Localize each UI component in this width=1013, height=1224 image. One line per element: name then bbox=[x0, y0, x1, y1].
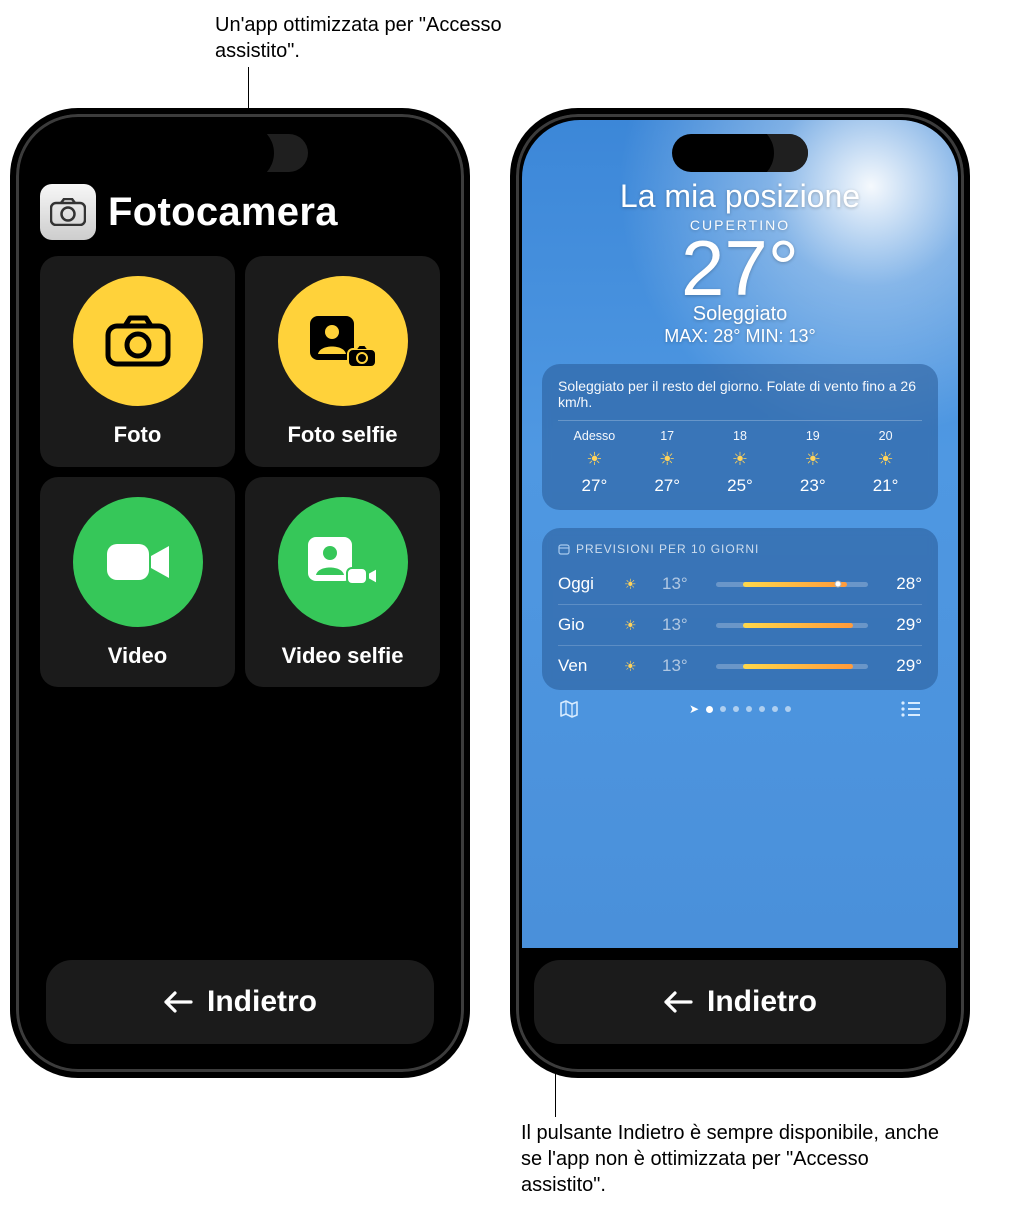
high-temp: 29° bbox=[878, 615, 922, 635]
low-temp: 13° bbox=[662, 615, 706, 635]
forecast-row[interactable]: Ven ☀︎ 13° 29° bbox=[558, 645, 922, 686]
weather-header: La mia posizione CUPERTINO 27° Soleggiat… bbox=[542, 180, 938, 346]
phone-left: Fotocamera Foto Foto selfie bbox=[10, 108, 470, 1078]
sun-icon: ☀︎ bbox=[704, 449, 777, 470]
arrow-left-icon bbox=[663, 991, 693, 1013]
camera-icon bbox=[73, 276, 203, 406]
selfie-photo-icon bbox=[278, 276, 408, 406]
tile-photo-selfie[interactable]: Foto selfie bbox=[245, 256, 440, 467]
selfie-video-icon bbox=[278, 497, 408, 627]
day-name: Gio bbox=[558, 615, 614, 635]
tile-label: Foto selfie bbox=[287, 422, 397, 448]
sun-icon: ☀︎ bbox=[558, 449, 631, 470]
location-title: La mia posizione bbox=[542, 180, 938, 214]
dynamic-island bbox=[672, 134, 808, 172]
page-dots[interactable]: ➤ bbox=[689, 702, 791, 716]
list-icon[interactable] bbox=[900, 700, 922, 718]
camera-app-icon bbox=[40, 184, 96, 240]
forecast-title: PREVISIONI PER 10 GIORNI bbox=[558, 542, 922, 556]
hour-cell: 19 ☀︎ 23° bbox=[776, 429, 849, 496]
hour-cell: 18 ☀︎ 25° bbox=[704, 429, 777, 496]
forecast-row[interactable]: Oggi ☀︎ 13° 28° bbox=[558, 564, 922, 604]
day-name: Oggi bbox=[558, 574, 614, 594]
sun-icon: ☀︎ bbox=[776, 449, 849, 470]
temp-range-bar bbox=[716, 664, 868, 669]
tile-label: Foto bbox=[114, 422, 162, 448]
low-temp: 13° bbox=[662, 574, 706, 594]
back-button[interactable]: Indietro bbox=[46, 960, 434, 1044]
page-title: Fotocamera bbox=[108, 190, 338, 235]
video-icon bbox=[73, 497, 203, 627]
city-name: CUPERTINO bbox=[542, 218, 938, 233]
tile-label: Video bbox=[108, 643, 168, 669]
sun-icon: ☀︎ bbox=[849, 449, 922, 470]
forecast-card[interactable]: PREVISIONI PER 10 GIORNI Oggi ☀︎ 13° 28° Gio… bbox=[542, 528, 938, 690]
map-icon[interactable] bbox=[558, 698, 580, 720]
hour-cell: 17 ☀︎ 27° bbox=[631, 429, 704, 496]
current-temp: 27° bbox=[542, 228, 938, 310]
temp-range-bar bbox=[716, 623, 868, 628]
phone-right: La mia posizione CUPERTINO 27° Soleggiat… bbox=[510, 108, 970, 1078]
tile-video-selfie[interactable]: Video selfie bbox=[245, 477, 440, 688]
hourly-card[interactable]: Soleggiato per il resto del giorno. Fola… bbox=[542, 364, 938, 510]
back-button[interactable]: Indietro bbox=[534, 960, 946, 1044]
tile-video[interactable]: Video bbox=[40, 477, 235, 688]
camera-header: Fotocamera bbox=[36, 178, 444, 250]
temp-range-bar bbox=[716, 582, 868, 587]
maxmin-label: MAX: 28° MIN: 13° bbox=[542, 327, 938, 346]
callout-bottom: Il pulsante Indietro è sempre disponibil… bbox=[521, 1120, 941, 1198]
tile-photo[interactable]: Foto bbox=[40, 256, 235, 467]
summary-text: Soleggiato per il resto del giorno. Fola… bbox=[558, 378, 922, 421]
back-label: Indietro bbox=[207, 985, 317, 1019]
condition-label: Soleggiato bbox=[542, 304, 938, 325]
dynamic-island bbox=[172, 134, 308, 172]
day-name: Ven bbox=[558, 656, 614, 676]
back-label: Indietro bbox=[707, 985, 817, 1019]
sun-icon: ☀︎ bbox=[624, 576, 652, 593]
forecast-row[interactable]: Gio ☀︎ 13° 29° bbox=[558, 604, 922, 645]
callout-top: Un'app ottimizzata per "Accesso assistit… bbox=[215, 12, 575, 64]
high-temp: 28° bbox=[878, 574, 922, 594]
location-arrow-icon: ➤ bbox=[689, 702, 699, 716]
hour-cell: Adesso ☀︎ 27° bbox=[558, 429, 631, 496]
arrow-left-icon bbox=[163, 991, 193, 1013]
sun-icon: ☀︎ bbox=[624, 617, 652, 634]
calendar-icon bbox=[558, 543, 570, 555]
tile-label: Video selfie bbox=[282, 643, 404, 669]
sun-icon: ☀︎ bbox=[624, 658, 652, 675]
hour-cell: 20 ☀︎ 21° bbox=[849, 429, 922, 496]
low-temp: 13° bbox=[662, 656, 706, 676]
high-temp: 29° bbox=[878, 656, 922, 676]
sun-icon: ☀︎ bbox=[631, 449, 704, 470]
